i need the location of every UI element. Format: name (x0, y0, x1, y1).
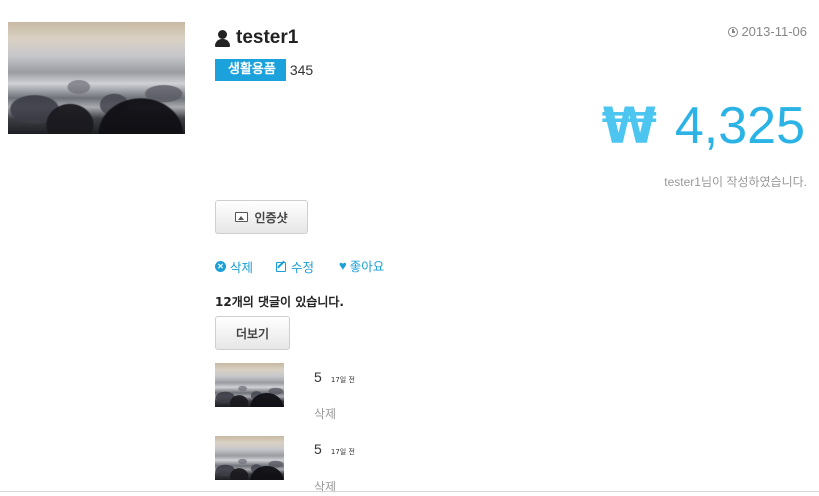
won-symbol: ₩ (601, 97, 657, 155)
comment-value: 5 (314, 369, 322, 385)
edit-label: 수정 (291, 261, 315, 275)
author: tester1 (215, 27, 298, 49)
category-badge: 생활용품 (215, 59, 286, 81)
more-button[interactable]: 더보기 (215, 316, 290, 350)
more-label: 더보기 (235, 326, 270, 341)
user-icon (215, 29, 230, 47)
price: ₩ 4,325 (602, 96, 805, 156)
clock-icon (728, 26, 739, 37)
post-image (8, 22, 185, 134)
category-row: 생활용품 345 (215, 59, 313, 81)
proof-shot-button[interactable]: 인증샷 (215, 200, 308, 234)
price-value: 4,325 (674, 97, 805, 155)
comment-thumbnail (215, 436, 284, 480)
picture-icon (235, 212, 249, 222)
comment-value: 5 (314, 441, 322, 457)
post-date: 2013-11-06 (728, 24, 807, 39)
like-label: 좋아요 (349, 260, 385, 274)
post-date-text: 2013-11-06 (741, 24, 807, 39)
delete-label: 삭제 (230, 261, 254, 275)
heart-icon: ♥ (339, 258, 347, 273)
quantity: 345 (289, 62, 314, 78)
delete-link[interactable]: ✕ 삭제 (215, 257, 253, 276)
comment-thumbnail (215, 363, 284, 407)
comment-meta: 5 17일 전 (314, 367, 355, 386)
bottom-divider (0, 491, 819, 492)
comment-delete-link[interactable]: 삭제 (314, 478, 336, 495)
times-circle-icon: ✕ (215, 261, 226, 272)
edit-link[interactable]: 수정 (276, 257, 314, 276)
comment-delete-link[interactable]: 삭제 (314, 405, 336, 422)
edit-icon (276, 261, 286, 272)
like-link[interactable]: ♥ 좋아요 (339, 256, 384, 275)
written-by: tester1님이 작성하였습니다. (664, 175, 807, 189)
author-name: tester1 (236, 27, 299, 48)
comment-time: 17일 전 (330, 448, 355, 456)
comment-meta: 5 17일 전 (314, 439, 355, 458)
proof-shot-label: 인증샷 (254, 210, 288, 225)
comment-count: 12개의 댓글이 있습니다. (215, 295, 344, 309)
comment-time: 17일 전 (330, 376, 355, 384)
